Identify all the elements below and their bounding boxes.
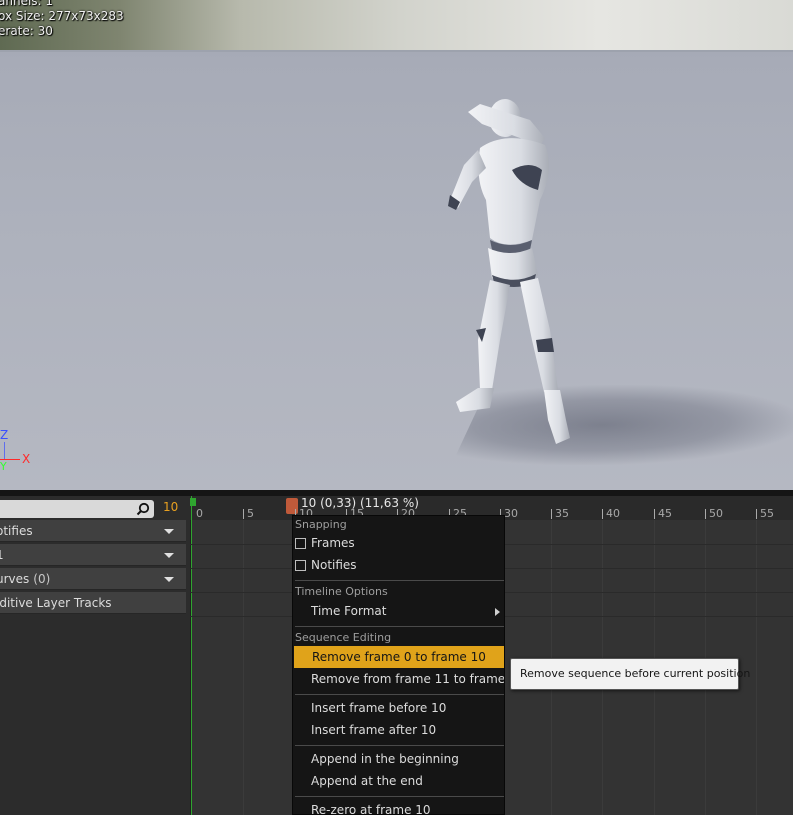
timeline-tick-label: 5 (247, 507, 254, 520)
menu-separator (295, 580, 504, 581)
track-curves[interactable]: urves(0) (0, 568, 186, 590)
search-icon[interactable] (136, 502, 150, 516)
menu-item-snap-frames[interactable]: Frames (293, 532, 504, 554)
menu-section-snapping: Snapping (295, 518, 347, 531)
track-search-input[interactable] (0, 500, 154, 518)
menu-separator (295, 796, 504, 797)
tooltip-text: Remove sequence before current position (520, 667, 751, 680)
submenu-arrow-icon (495, 608, 500, 616)
viewport-stat-channels: annels: 1 (0, 0, 54, 8)
notifies-checkbox-label: Notifies (311, 558, 357, 572)
timeline-tick-label: 30 (504, 507, 518, 520)
timeline-tick-label: 35 (555, 507, 569, 520)
timeline-tick-mark (551, 509, 552, 519)
tooltip: Remove sequence before current position (510, 658, 750, 690)
frames-checkbox-label: Frames (311, 536, 355, 550)
timeline-tick-label: 50 (709, 507, 723, 520)
timeline-tick-mark (654, 509, 655, 519)
menu-item-insert-after[interactable]: Insert frame after 10 (293, 719, 504, 741)
track-additive-label: lditive Layer Tracks (0, 596, 112, 610)
chevron-down-icon[interactable] (164, 553, 174, 558)
track-row-1[interactable]: 1 (0, 544, 186, 566)
timeline-tick-mark (243, 509, 244, 519)
timeline-tick-label: 0 (196, 507, 203, 520)
playback-start-marker[interactable] (190, 498, 196, 506)
timeline-tick-mark (756, 509, 757, 519)
grid-line (243, 520, 244, 815)
menu-separator (295, 694, 504, 695)
timeline-tick-label: 45 (658, 507, 672, 520)
timeline-tick-mark (705, 509, 706, 519)
chevron-down-icon[interactable] (164, 529, 174, 534)
timeline-tick-mark (602, 509, 603, 519)
background-sky-strip (0, 0, 793, 52)
menu-item-time-format[interactable]: Time Format (293, 600, 504, 622)
viewport-stat-framerate: erate: 30 (0, 24, 53, 38)
menu-item-snap-notifies[interactable]: Notifies (293, 554, 504, 576)
menu-separator (295, 626, 504, 627)
track-row-1-label: 1 (0, 548, 4, 562)
time-format-label: Time Format (311, 604, 387, 618)
axis-x-label: X (22, 452, 31, 466)
axis-y-label: Y (0, 460, 7, 473)
track-notifies-label: otifies (0, 524, 33, 538)
current-frame-counter: 10 (163, 500, 179, 514)
menu-item-insert-before[interactable]: Insert frame before 10 (293, 697, 504, 719)
menu-separator (295, 745, 504, 746)
menu-item-remove-after[interactable]: Remove from frame 11 to frame 87 (293, 668, 504, 690)
timeline-context-menu: Snapping Frames Notifies Timeline Option… (292, 515, 505, 815)
track-notifies[interactable]: otifies (0, 520, 186, 542)
track-curves-label: urves(0) (0, 572, 51, 586)
timeline-tick-label: 55 (760, 507, 774, 520)
track-additive-layer[interactable]: lditive Layer Tracks (0, 592, 186, 614)
track-curves-count: (0) (33, 572, 51, 586)
menu-item-append-end[interactable]: Append at the end (293, 770, 504, 792)
menu-item-remove-before[interactable]: Remove frame 0 to frame 10 (294, 646, 504, 668)
chevron-down-icon[interactable] (164, 577, 174, 582)
3d-viewport[interactable]: annels: 1 ox Size: 277x73x283 erate: 30 (0, 0, 793, 490)
menu-item-rezero[interactable]: Re-zero at frame 10 (293, 799, 504, 814)
axis-gizmo: Z X Y (0, 420, 40, 473)
menu-section-timeline-options: Timeline Options (295, 585, 388, 598)
frames-checkbox[interactable] (295, 538, 306, 549)
mannequin-character (448, 99, 570, 444)
timeline-tick-label: 40 (606, 507, 620, 520)
notifies-checkbox[interactable] (295, 560, 306, 571)
axis-z-line (4, 442, 5, 459)
viewport-stat-box-size: ox Size: 277x73x283 (0, 9, 124, 23)
grid-line (756, 520, 757, 815)
menu-section-sequence-editing: Sequence Editing (295, 631, 392, 644)
axis-z-label: Z (0, 428, 9, 442)
menu-item-append-beginning[interactable]: Append in the beginning (293, 748, 504, 770)
scrubber-handle[interactable] (286, 498, 298, 514)
